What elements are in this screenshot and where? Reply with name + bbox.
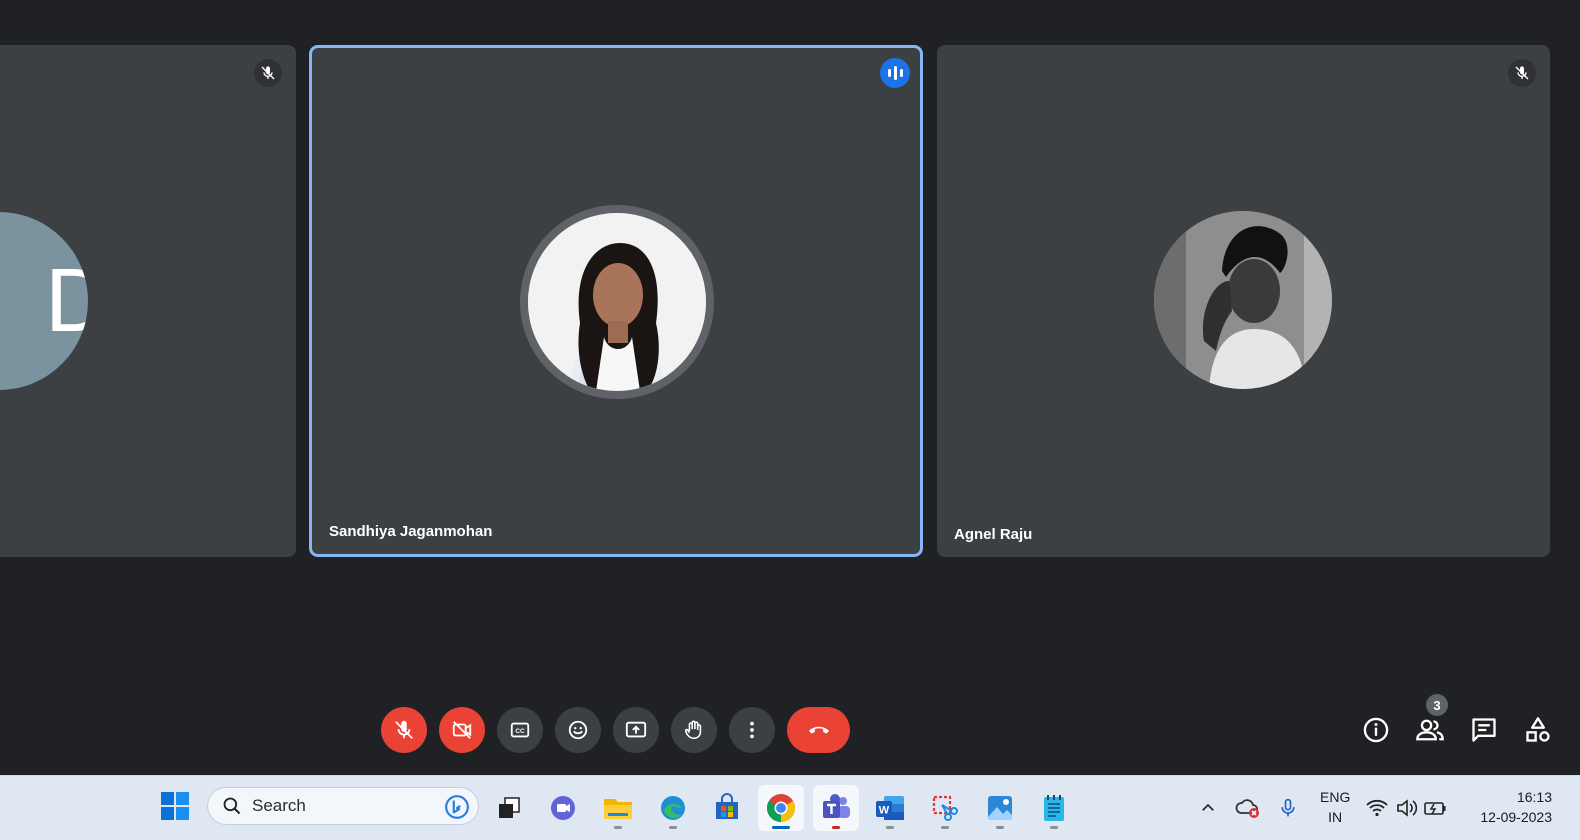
captions-button[interactable]: CC — [497, 707, 543, 753]
taskbar-store[interactable] — [704, 785, 750, 831]
side-controls: 3 — [1358, 694, 1556, 750]
taskbar-chrome[interactable] — [758, 785, 804, 831]
more-options-button[interactable] — [729, 707, 775, 753]
taskbar-search[interactable]: Search — [207, 787, 479, 825]
chevron-up-icon — [1202, 803, 1214, 811]
wifi-icon — [1366, 799, 1388, 817]
clock-date: 12-09-2023 — [1480, 809, 1552, 825]
end-call-button[interactable] — [787, 707, 850, 753]
store-icon — [716, 793, 738, 819]
teams-icon — [823, 794, 850, 818]
onedrive-tray-button[interactable] — [1226, 785, 1270, 831]
reactions-button[interactable] — [555, 707, 601, 753]
taskbar-snipping-tool[interactable] — [922, 785, 968, 831]
participant-name: Agnel Raju — [954, 526, 1033, 543]
taskbar-teams-chat[interactable] — [540, 785, 586, 831]
mic-off-icon — [395, 720, 413, 739]
camera-off-icon — [452, 721, 472, 739]
cloud-error-icon — [1235, 799, 1259, 818]
photos-icon — [988, 796, 1012, 820]
clock-time: 16:13 — [1516, 789, 1552, 805]
end-call-icon — [808, 726, 829, 734]
taskbar-photos[interactable] — [977, 785, 1023, 831]
chat-app-icon — [551, 796, 575, 820]
windows-logo-icon — [161, 792, 189, 820]
participant-tile-1[interactable]: D — [0, 45, 296, 557]
participant-tile-3[interactable]: Agnel Raju — [937, 45, 1550, 557]
word-icon: W — [876, 796, 904, 820]
chat-icon — [1472, 718, 1496, 742]
info-icon — [1363, 717, 1389, 743]
search-icon — [223, 797, 241, 815]
search-placeholder: Search — [252, 796, 306, 815]
volume-icon — [1397, 799, 1418, 817]
clock[interactable]: 16:13 12-09-2023 — [1480, 787, 1552, 827]
language-indicator[interactable]: ENG IN — [1320, 787, 1350, 827]
participant-avatar — [520, 205, 714, 399]
taskbar-teams[interactable] — [813, 785, 859, 831]
participant-name: Sandhiya Jaganmohan — [329, 523, 493, 540]
taskbar-edge[interactable] — [650, 785, 696, 831]
microphone-icon — [1281, 798, 1295, 817]
present-screen-button[interactable] — [613, 707, 659, 753]
edge-icon — [661, 796, 685, 820]
speaking-indicator-icon — [880, 58, 910, 88]
participant-avatar-letter: D — [0, 212, 88, 390]
activities-button[interactable] — [1520, 710, 1556, 750]
emoji-icon — [568, 720, 588, 740]
present-screen-icon — [625, 721, 647, 738]
folder-icon — [604, 799, 632, 819]
call-controls: CC — [381, 707, 850, 753]
raise-hand-button[interactable] — [671, 707, 717, 753]
taskbar-notepad[interactable] — [1031, 785, 1077, 831]
battery-icon — [1424, 802, 1446, 815]
chrome-icon — [767, 794, 795, 822]
svg-text:W: W — [879, 805, 890, 817]
svg-text:CC: CC — [515, 728, 525, 735]
snipping-tool-icon — [932, 795, 958, 821]
start-button[interactable] — [160, 791, 190, 826]
notepad-icon — [1044, 795, 1064, 821]
activities-icon — [1526, 717, 1550, 742]
taskbar-word[interactable]: W — [867, 785, 913, 831]
taskbar: Search W ENG IN 16:13 12-09-2023 — [0, 775, 1580, 840]
show-hidden-icons-button[interactable] — [1186, 785, 1230, 831]
microphone-tray-button[interactable] — [1266, 785, 1310, 831]
taskbar-file-explorer[interactable] — [595, 785, 641, 831]
raise-hand-icon — [684, 720, 702, 740]
people-icon — [1416, 719, 1444, 741]
quick-settings-button[interactable] — [1362, 785, 1452, 831]
meeting-details-button[interactable] — [1358, 710, 1394, 750]
mic-muted-icon — [1508, 59, 1536, 87]
participant-tile-2[interactable]: Sandhiya Jaganmohan — [309, 45, 923, 557]
chat-button[interactable] — [1466, 710, 1502, 750]
region-code: IN — [1328, 809, 1343, 825]
toggle-camera-button[interactable] — [439, 707, 485, 753]
task-view-button[interactable] — [486, 785, 532, 831]
task-view-icon — [499, 797, 520, 818]
bing-icon[interactable] — [444, 794, 470, 825]
toggle-mic-button[interactable] — [381, 707, 427, 753]
people-button[interactable]: 3 — [1412, 694, 1448, 750]
language-code: ENG — [1320, 789, 1351, 805]
participant-count-badge: 3 — [1426, 694, 1448, 716]
more-options-icon — [750, 721, 754, 739]
captions-icon: CC — [510, 722, 530, 738]
mic-muted-icon — [254, 59, 282, 87]
participant-avatar — [1154, 211, 1332, 389]
